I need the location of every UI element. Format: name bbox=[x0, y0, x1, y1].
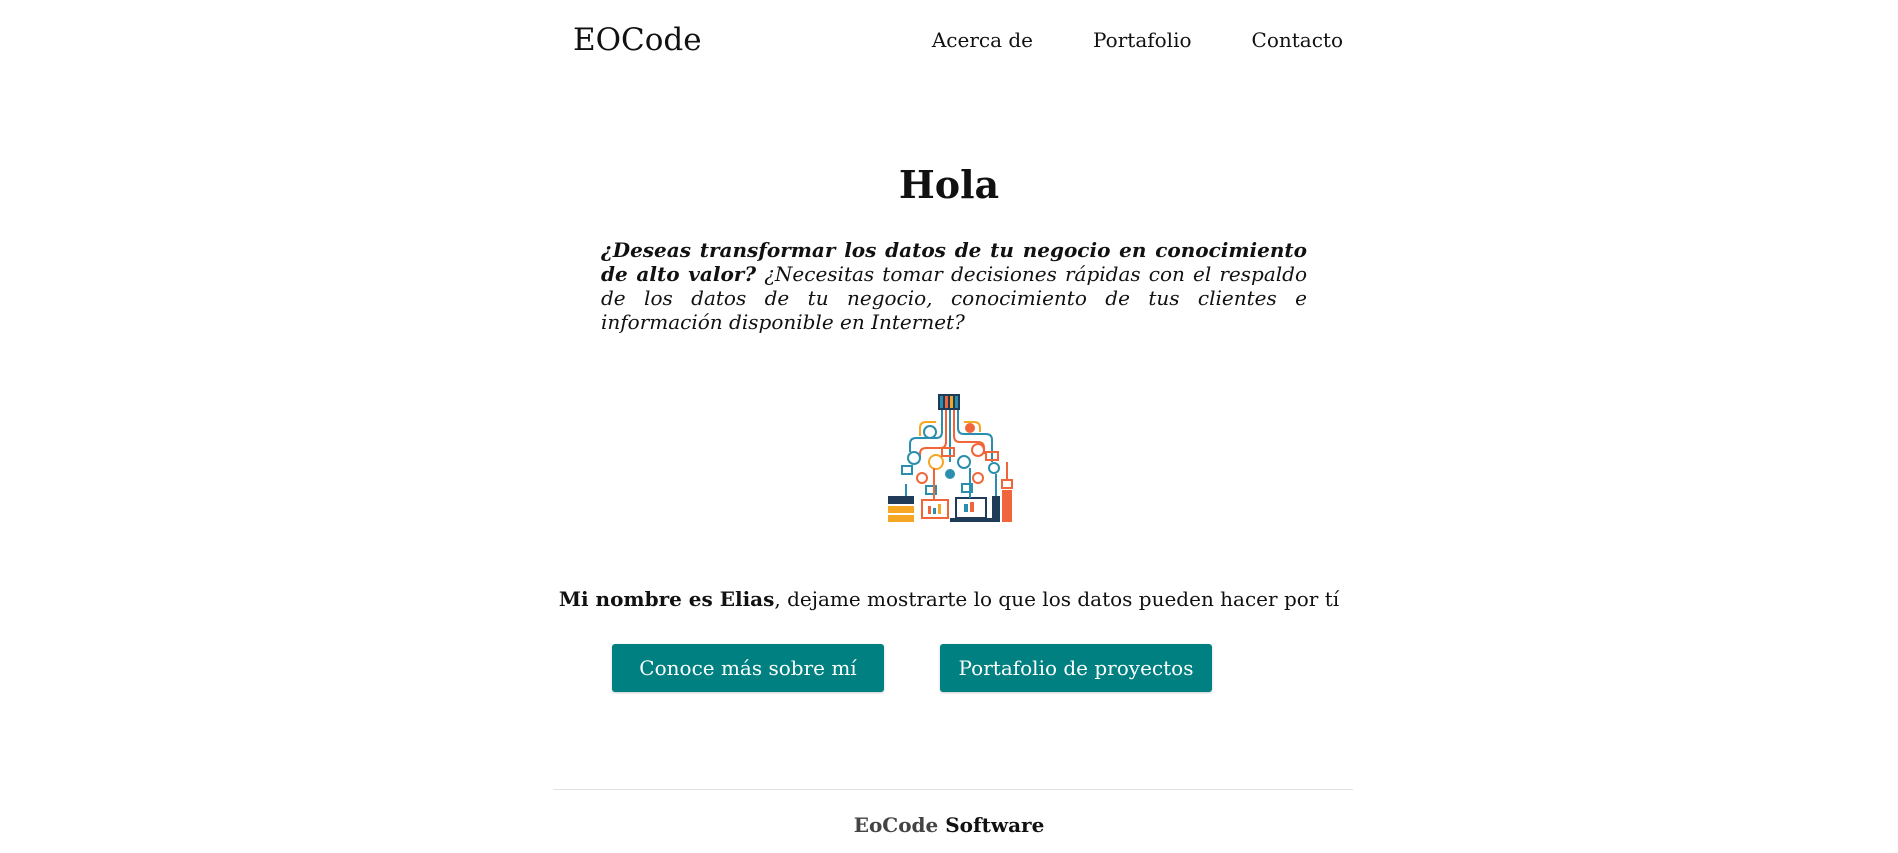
intro-paragraph: ¿Deseas transformar los datos de tu nego… bbox=[601, 238, 1307, 334]
tagline-text: , dejame mostrarte lo que los datos pued… bbox=[774, 587, 1340, 611]
footer-brand-suffix: Software bbox=[945, 813, 1045, 837]
site-footer: EoCode Software bbox=[0, 813, 1898, 837]
about-me-button[interactable]: Conoce más sobre mí bbox=[612, 644, 884, 692]
page: EOCode Acerca de Portafolio Contacto Hol… bbox=[0, 0, 1898, 853]
tagline: Mi nombre es Elias, dejame mostrarte lo … bbox=[0, 587, 1898, 611]
tagline-name: Mi nombre es Elias bbox=[558, 587, 775, 611]
data-network-illustration-icon bbox=[886, 392, 1018, 524]
footer-brand: EoCode bbox=[853, 813, 939, 837]
nav-item-contact[interactable]: Contacto bbox=[1252, 28, 1343, 52]
footer-divider bbox=[553, 789, 1353, 790]
nav-item-about[interactable]: Acerca de bbox=[932, 28, 1033, 52]
main-nav: Acerca de Portafolio Contacto bbox=[872, 28, 1343, 52]
brand-logo[interactable]: EOCode bbox=[573, 22, 702, 58]
hero-title: Hola bbox=[898, 162, 1000, 207]
portfolio-button[interactable]: Portafolio de proyectos bbox=[940, 644, 1212, 692]
site-header: EOCode Acerca de Portafolio Contacto bbox=[573, 16, 1343, 66]
nav-item-portfolio[interactable]: Portafolio bbox=[1093, 28, 1192, 52]
